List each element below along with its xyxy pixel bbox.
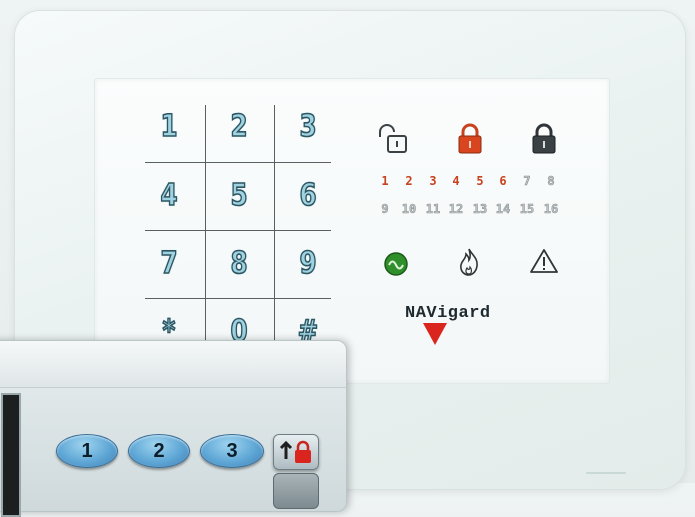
keypad-divider — [274, 105, 275, 349]
device-display — [1, 393, 21, 517]
arm-lock-button[interactable] — [273, 434, 319, 470]
brand-logo-text: NAVigard — [405, 304, 491, 323]
front-panel: 1 2 3 4 5 6 7 8 9 * 0 # 1 2 3 4 5 6 7 8 … — [94, 78, 610, 384]
warning-icon — [530, 249, 558, 273]
secondary-function-button[interactable] — [273, 473, 319, 509]
fg-key-1[interactable]: 1 — [56, 434, 118, 468]
zone-15: 15 — [519, 202, 535, 217]
key-2[interactable]: 2 — [223, 109, 256, 145]
zone-3: 3 — [429, 174, 437, 188]
zone-11: 11 — [425, 202, 441, 217]
key-6[interactable]: 6 — [292, 178, 325, 214]
zone-12: 12 — [448, 202, 464, 217]
key-1[interactable]: 1 — [153, 109, 186, 145]
red-padlock-icon — [458, 123, 482, 154]
keypad-divider — [205, 105, 206, 349]
zone-4: 4 — [452, 174, 460, 188]
foreground-keypad-device: 1 2 3 — [0, 340, 347, 517]
locked-padlock-icon — [532, 123, 556, 154]
fg-key-3[interactable]: 3 — [200, 434, 264, 468]
zone-1: 1 — [381, 174, 389, 188]
zone-2: 2 — [405, 174, 413, 188]
power-icon — [384, 252, 408, 276]
unlocked-padlock-icon — [379, 124, 407, 153]
zone-7: 7 — [523, 174, 531, 189]
keypad-divider — [145, 162, 331, 163]
zone-10: 10 — [401, 202, 417, 217]
key-4[interactable]: 4 — [153, 178, 186, 214]
zone-8: 8 — [547, 174, 555, 189]
zone-9: 9 — [381, 202, 389, 217]
zone-16: 16 — [543, 202, 559, 217]
arm-lock-icon — [279, 440, 311, 463]
keypad-divider — [145, 298, 331, 299]
fg-key-2[interactable]: 2 — [128, 434, 190, 468]
zone-5: 5 — [476, 174, 484, 188]
keypad-divider — [145, 230, 331, 231]
key-7[interactable]: 7 — [153, 246, 186, 282]
key-3[interactable]: 3 — [292, 109, 325, 145]
zone-13: 13 — [472, 202, 488, 217]
zone-14: 14 — [495, 202, 511, 217]
zone-6: 6 — [499, 174, 507, 188]
fire-icon — [460, 248, 478, 276]
housing-seam — [586, 472, 626, 474]
key-5[interactable]: 5 — [223, 178, 256, 214]
key-9[interactable]: 9 — [292, 246, 325, 282]
key-8[interactable]: 8 — [223, 246, 256, 282]
device-top-strip — [0, 341, 346, 388]
